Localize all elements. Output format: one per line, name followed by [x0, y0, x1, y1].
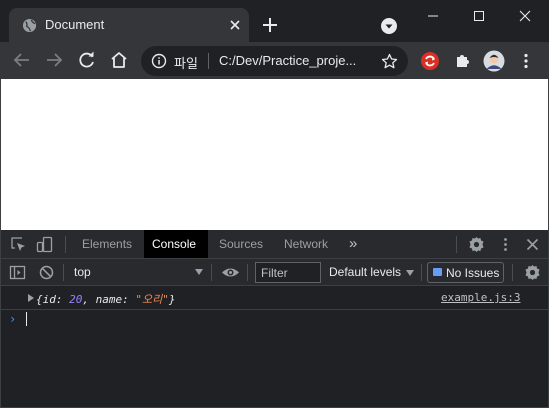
live-expression-eye-icon[interactable]: [221, 264, 240, 281]
maximize-icon[interactable]: [456, 6, 502, 26]
tab-sources[interactable]: Sources: [211, 230, 271, 258]
text-caret: [26, 312, 27, 326]
close-devtools-icon[interactable]: [524, 236, 541, 253]
context-selector[interactable]: top: [65, 262, 207, 282]
omnibox-divider: [208, 53, 209, 69]
extensions-puzzle-icon[interactable]: [452, 51, 472, 71]
toolbar-divider: [211, 264, 212, 281]
key-id: id: [42, 293, 56, 306]
device-toolbar-icon[interactable]: [36, 236, 53, 253]
issues-icon: [433, 268, 442, 276]
console-log-entry: {id: 20, name: "오리"} example.js:3: [1, 286, 548, 310]
info-icon[interactable]: [151, 53, 167, 69]
settings-gear-icon[interactable]: [468, 236, 485, 253]
context-value: top: [74, 265, 91, 279]
dropdown-arrow-icon: [195, 269, 203, 275]
console-settings-gear-icon[interactable]: [524, 264, 541, 281]
console-prompt[interactable]: ›: [1, 310, 548, 330]
sidebar-toggle-icon[interactable]: [9, 264, 26, 281]
close-tab-icon[interactable]: [227, 17, 243, 33]
toolbar-divider: [65, 236, 66, 253]
value-id: 20: [69, 293, 83, 306]
reload-icon[interactable]: [76, 49, 98, 71]
dropdown-arrow-icon: [406, 269, 415, 276]
tab-network[interactable]: Network: [276, 230, 336, 258]
tab-search-icon[interactable]: [381, 18, 397, 34]
home-icon[interactable]: [108, 49, 130, 71]
brace-close: }: [168, 293, 176, 306]
tab-elements[interactable]: Elements: [74, 230, 140, 258]
window-close-icon[interactable]: [502, 6, 548, 26]
prompt-chevron-icon: ›: [9, 312, 17, 326]
profile-avatar[interactable]: [483, 50, 505, 72]
console-filter[interactable]: [255, 262, 321, 283]
new-tab-icon[interactable]: [260, 15, 280, 35]
expand-arrow-icon[interactable]: [28, 294, 34, 302]
log-message[interactable]: {id: 20, name: "오리"}: [36, 291, 176, 307]
filter-input[interactable]: [256, 263, 320, 282]
forward-icon[interactable]: [43, 49, 65, 71]
address-bar[interactable]: 파일 C:/Dev/Practice_proje...: [141, 46, 408, 76]
log-levels-dropdown[interactable]: Default levels: [329, 265, 415, 279]
toolbar-divider: [63, 264, 64, 281]
tab-console[interactable]: Console: [144, 230, 208, 258]
inspect-element-icon[interactable]: [10, 236, 27, 253]
title-bar: Document: [0, 0, 549, 42]
devtools-tab-bar: Elements Console Sources Network »: [1, 230, 548, 259]
log-levels-label: Default levels: [329, 265, 402, 279]
clear-console-icon[interactable]: [38, 264, 55, 281]
globe-icon: [22, 18, 37, 33]
toolbar-divider: [247, 264, 248, 281]
separator: :: [55, 293, 70, 306]
page-viewport: [0, 79, 549, 230]
key-name: name: [95, 293, 123, 306]
issues-label: No Issues: [446, 266, 500, 280]
file-scheme-label: 파일: [174, 56, 198, 71]
minimize-icon[interactable]: [410, 6, 456, 26]
tab-title: Document: [45, 17, 105, 32]
brace-open: {: [36, 293, 43, 306]
url-text[interactable]: C:/Dev/Practice_proje...: [219, 53, 369, 68]
separator: :: [122, 293, 136, 306]
browser-toolbar: 파일 C:/Dev/Practice_proje...: [0, 42, 549, 79]
toolbar-divider: [456, 236, 457, 253]
devtools-panel: Elements Console Sources Network » top F…: [0, 230, 549, 408]
more-menu-icon[interactable]: [516, 51, 536, 71]
back-icon[interactable]: [11, 49, 33, 71]
toolbar-divider: [421, 264, 422, 281]
more-tabs-icon[interactable]: »: [341, 230, 365, 258]
bookmark-star-icon[interactable]: [381, 53, 398, 70]
devtools-menu-icon[interactable]: [497, 236, 514, 253]
value-name: "오리": [135, 293, 169, 306]
toolbar-divider: [512, 264, 513, 281]
log-source-link[interactable]: example.js:3: [441, 291, 520, 304]
extension-sync-icon[interactable]: [420, 51, 440, 71]
separator: ,: [82, 293, 96, 306]
issues-button[interactable]: No Issues: [427, 262, 504, 283]
browser-tab[interactable]: Document: [9, 8, 249, 42]
console-toolbar: top Default levels No Issues: [1, 259, 548, 286]
